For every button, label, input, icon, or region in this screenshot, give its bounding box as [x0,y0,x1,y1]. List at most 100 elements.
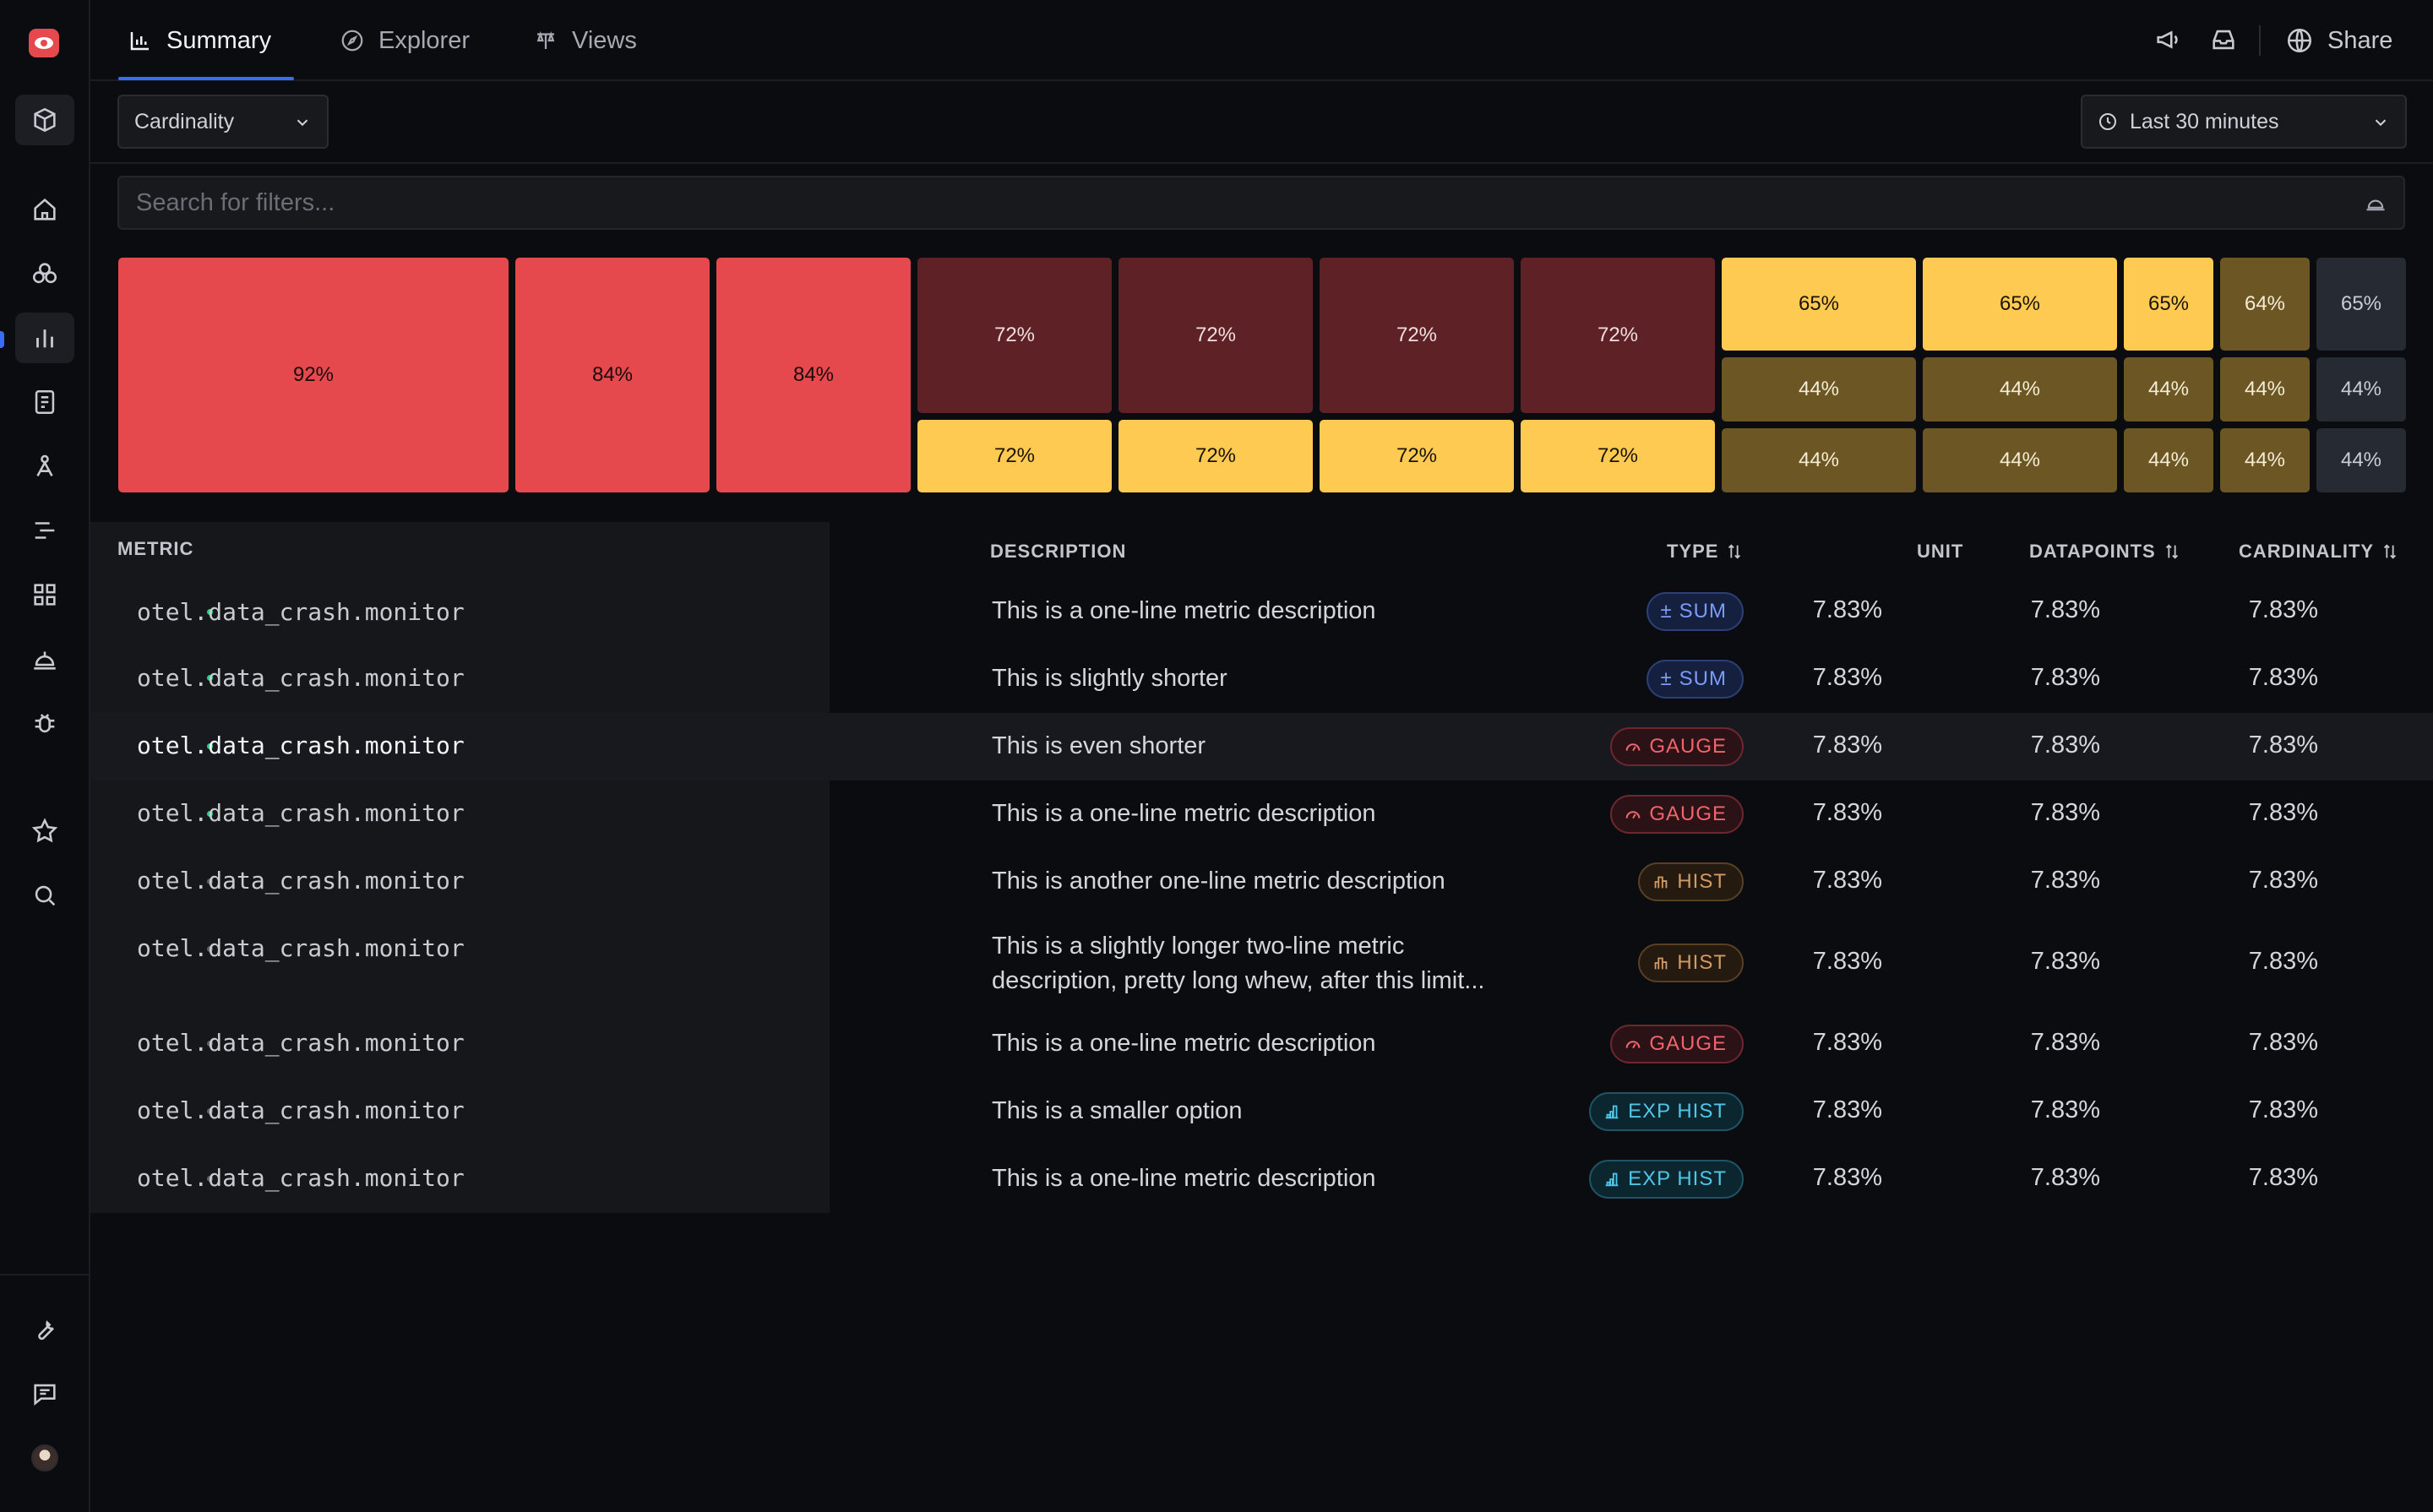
sidebar-item-traces[interactable] [15,505,74,556]
unit-value: 7.83% [1812,948,1882,975]
sidebar-item-packages[interactable] [15,95,74,145]
treemap-cell[interactable]: 65% [1923,258,2117,351]
table-row[interactable]: otel.data_crash.monitor This is a one-li… [90,1010,2433,1078]
treemap-cell[interactable]: 72% [1320,258,1514,413]
histogram-icon [1654,876,1668,889]
filter-icon[interactable] [2364,191,2387,215]
package-icon [34,107,56,133]
sidebar-item-search[interactable] [15,870,74,921]
sort-icon [1728,544,1741,559]
time-range-select[interactable]: Last 30 minutes [2081,95,2407,149]
treemap-cell[interactable]: 44% [2220,428,2310,492]
treemap-cell[interactable]: 64% [2220,258,2310,351]
treemap-cell[interactable]: 72% [1119,420,1313,492]
treemap-cell[interactable]: 84% [515,258,710,492]
cardinality-value: 7.83% [2248,732,2318,759]
treemap-cell[interactable]: 72% [917,420,1112,492]
chat-icon [34,1384,56,1406]
inbox-icon [2213,30,2234,50]
top-bar: Summary Explorer Views Share [90,0,2433,81]
unit-value: 7.83% [1812,867,1882,894]
treemap-cell[interactable]: 72% [1119,258,1313,413]
chevron-down-icon [297,119,308,127]
sidebar-item-logs[interactable] [15,377,74,427]
cardinality-value: 7.83% [2248,948,2318,975]
filter-search-input[interactable] [117,176,2405,230]
metric-description: This is a one-line metric description [992,800,1376,827]
table-row[interactable]: otel.data_crash.monitor This is a one-li… [90,1145,2433,1213]
metric-description: This is slightly shorter [992,665,1227,692]
treemap-cell[interactable]: 44% [1722,357,1916,422]
share-button[interactable]: Share [2285,0,2392,81]
avatar[interactable] [31,1444,58,1471]
treemap-cell[interactable]: 92% [118,258,509,492]
home-icon [34,198,56,220]
treemap-cell[interactable]: 44% [2316,357,2406,422]
header-cardinality[interactable]: CARDINALITY [2239,541,2399,563]
treemap-cell[interactable]: 65% [2124,258,2213,351]
table-row[interactable]: otel.data_crash.monitor This is a one-li… [90,578,2433,645]
metric-name: otel.data_crash.monitor [137,1096,465,1124]
type-label: EXP HIST [1628,1100,1727,1123]
sidebar-item-favorites[interactable] [15,806,74,857]
datapoints-value: 7.83% [2030,664,2100,691]
treemap-cell[interactable]: 44% [2124,357,2213,422]
table-row[interactable]: otel.data_crash.monitor This is even sho… [90,713,2433,780]
treemap-cell[interactable]: 44% [2124,428,2213,492]
treemap-cell[interactable]: 44% [1923,357,2117,422]
histogram-icon [1654,957,1668,970]
globe-icon [2287,28,2312,53]
announcements-button[interactable] [2153,25,2184,56]
active-tab-underline [118,77,294,80]
sidebar-item-alerts[interactable] [15,634,74,684]
datapoints-value: 7.83% [2030,732,2100,759]
table-row[interactable]: otel.data_crash.monitor This is a smalle… [90,1078,2433,1145]
table-row[interactable]: otel.data_crash.monitor This is a slight… [90,916,2433,1010]
treemap-cell[interactable]: 72% [1320,420,1514,492]
metric-name: otel.data_crash.monitor [137,732,465,759]
tab-label: Explorer [378,26,470,54]
sidebar-item-metrics[interactable] [15,313,74,363]
table-row[interactable]: otel.data_crash.monitor This is another … [90,848,2433,916]
plus-minus-icon: ± [1660,600,1673,623]
active-indicator [0,331,4,348]
treemap-cell[interactable]: 44% [2220,357,2310,422]
metric-name: otel.data_crash.monitor [137,867,465,895]
tab-explorer[interactable]: Explorer [340,0,470,81]
sidebar-item-grid[interactable] [15,569,74,620]
cardinality-value: 7.83% [2248,1029,2318,1056]
sidebar-item-home[interactable] [15,184,74,235]
traces-icon [35,522,55,539]
treemap-cell[interactable]: 72% [1521,258,1715,413]
inbox-button[interactable] [2209,25,2240,56]
cardinality-value: 7.83% [2248,1164,2318,1191]
alerts-icon [34,651,56,670]
datapoints-value: 7.83% [2030,1164,2100,1191]
sidebar-item-dashboards[interactable] [15,441,74,492]
view-select[interactable]: Cardinality [117,95,329,149]
table-row[interactable]: otel.data_crash.monitor This is a one-li… [90,780,2433,848]
treemap-cell[interactable]: 72% [917,258,1112,413]
metric-description: This is a one-line metric description [992,597,1376,624]
treemap-cell[interactable]: 44% [1722,428,1916,492]
sidebar-item-services[interactable] [15,248,74,299]
table-row[interactable]: otel.data_crash.monitor This is slightly… [90,645,2433,713]
treemap-cell[interactable]: 84% [716,258,911,492]
header-label: DATAPOINTS [2029,541,2156,562]
sidebar-item-debug[interactable] [15,698,74,748]
treemap-cell[interactable]: 72% [1521,420,1715,492]
treemap-cell[interactable]: 65% [2316,258,2406,351]
sidebar-item-feedback[interactable] [15,1368,74,1419]
treemap-cell[interactable]: 65% [1722,258,1916,351]
header-type[interactable]: TYPE [1667,541,1744,563]
tab-views[interactable]: Views [533,0,637,81]
header-datapoints[interactable]: DATAPOINTS [2029,541,2181,563]
treemap-cell[interactable]: 44% [1923,428,2117,492]
sidebar-item-settings[interactable] [15,1304,74,1355]
sort-icon [2165,544,2178,559]
tab-summary[interactable]: Summary [128,0,271,81]
metric-description: This is another one-line metric descript… [992,867,1445,895]
cardinality-value: 7.83% [2248,596,2318,623]
treemap-cell[interactable]: 44% [2316,428,2406,492]
app-logo[interactable] [29,29,59,57]
